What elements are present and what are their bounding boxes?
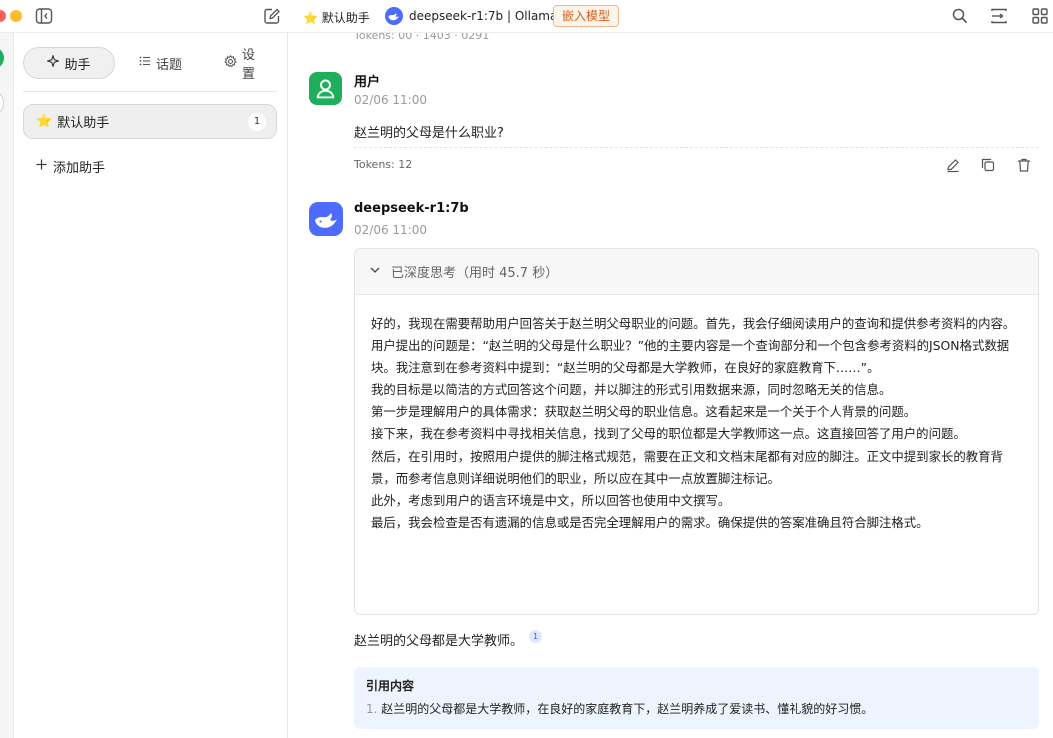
message-divider — [354, 147, 1039, 148]
assistant-name: 默认助手 — [57, 116, 110, 131]
thinking-panel: 已深度思考（用时 45.7 秒） 好的，我现在需要帮助用户回答关于赵兰明父母职业… — [354, 248, 1039, 615]
footnote-marker[interactable]: 1 — [529, 630, 543, 643]
current-assistant-label[interactable]: ⭐️ 默认助手 — [303, 9, 370, 26]
user-avatar — [309, 72, 342, 105]
user-message-time: 02/06 11:00 — [354, 93, 427, 107]
assistant-sidebar: 助手 话题 设置 ⭐️ 默认助手 1 添加助手 — [14, 33, 288, 738]
chevron-down-icon — [369, 264, 381, 280]
tab-topics-label: 话题 — [156, 57, 183, 73]
thinking-paragraph: 接下来，我在参考资料中寻找相关信息，找到了父母的职位都是大学教师这一点。这直接回… — [371, 426, 966, 442]
current-model-label[interactable]: deepseek-r1:7b | Ollama — [409, 9, 557, 23]
add-assistant-label: 添加助手 — [53, 161, 106, 176]
thinking-paragraph: 我的目标是以简洁的方式回答这个问题，并以脚注的形式引用数据来源，同时忽略无关的信… — [371, 382, 892, 398]
citation-text: 赵兰明的父母都是大学教师，在良好的家庭教育下，赵兰明养成了爱读书、懂礼貌的好习惯… — [381, 702, 874, 716]
tab-topics[interactable]: 话题 — [127, 47, 194, 79]
topic-count-badge: 1 — [248, 113, 266, 131]
search-icon[interactable] — [951, 7, 971, 25]
tabs-divider — [23, 91, 277, 92]
star-icon: ⭐️ — [36, 114, 53, 129]
rail-nav-button[interactable] — [0, 89, 4, 117]
tab-assistants-label: 助手 — [64, 57, 91, 73]
thinking-paragraph: 然后，在引用时，按照用户提供的脚注格式规范，需要在正文和文档末尾都有对应的脚注。… — [371, 448, 1003, 486]
window-close-button[interactable] — [0, 10, 6, 22]
thinking-paragraph: 好的，我现在需要帮助用户回答关于赵兰明父母职业的问题。首先，我会仔细阅读用户的查… — [371, 316, 1016, 331]
tab-assistants[interactable]: 助手 — [23, 47, 115, 79]
thinking-paragraph: 此外，考虑到用户的语言环境是中文，所以回答也使用中文撰写。 — [371, 492, 731, 508]
citation-block: 引用内容 1. 赵兰明的父母都是大学教师，在良好的家庭教育下，赵兰明养成了爱读书… — [354, 667, 1039, 729]
user-avatar[interactable] — [0, 47, 4, 69]
user-message-tokens: Tokens: 12 — [354, 158, 413, 171]
thinking-paragraph: 最后，我会检查是否有遗漏的信息或是否完全理解用户的需求。确保提供的答案准确且符合… — [371, 514, 929, 530]
embed-model-badge: 嵌入模型 — [553, 5, 620, 27]
model-message-time: 02/06 11:00 — [354, 223, 427, 237]
citation-number: 1. — [366, 702, 378, 716]
model-answer: 赵兰明的父母都是大学教师。 1 — [354, 630, 543, 649]
title-bar: ⭐️ 默认助手 deepseek-r1:7b | Ollama 嵌入模型 — [0, 0, 1053, 33]
plus-icon — [36, 159, 47, 174]
sparkle-icon — [46, 54, 61, 71]
thinking-paragraph: 第一步是理解用户的具体需求：获取赵兰明父母的职业信息。这看起来是一个关于个人背景… — [371, 404, 917, 420]
citation-title: 引用内容 — [366, 679, 415, 693]
citation-item: 1. 赵兰明的父母都是大学教师，在良好的家庭教育下，赵兰明养成了爱读书、懂礼貌的… — [366, 700, 1027, 717]
user-message-text: 赵兰明的父母是什么职业? — [354, 126, 504, 141]
copy-message-icon[interactable] — [980, 157, 996, 173]
thinking-content: 好的，我现在需要帮助用户回答关于赵兰明父母职业的问题。首先，我会仔细阅读用户的查… — [355, 295, 1038, 534]
list-icon — [139, 55, 151, 71]
assistant-item-default[interactable]: ⭐️ 默认助手 1 — [23, 104, 277, 139]
previous-message-tokens: Tokens: 00 · 1403 · 0291 — [354, 33, 490, 42]
sidebar-tabs: 助手 话题 设置 — [23, 47, 277, 82]
model-name: deepseek-r1:7b — [354, 201, 469, 216]
layout-toggle-icon[interactable] — [990, 7, 1010, 25]
tab-settings-label: 设置 — [242, 48, 256, 82]
deepseek-logo-icon — [385, 7, 403, 25]
add-assistant-button[interactable]: 添加助手 — [36, 157, 105, 176]
chat-area: Tokens: 00 · 1403 · 0291 用户 02/06 11:00 … — [289, 33, 1053, 738]
edit-message-icon[interactable] — [945, 157, 961, 173]
gear-icon — [224, 54, 237, 72]
thinking-title: 已深度思考（用时 45.7 秒） — [391, 266, 559, 281]
new-chat-edit-icon[interactable] — [263, 7, 283, 25]
app-rail — [0, 33, 14, 738]
window-minimize-button[interactable] — [10, 10, 22, 22]
current-assistant-name: 默认助手 — [321, 11, 370, 25]
thinking-header[interactable]: 已深度思考（用时 45.7 秒） — [355, 249, 1038, 295]
thinking-paragraph: 用户提出的问题是：“赵兰明的父母是什么职业？”他的主要内容是一个查询部分和一个包… — [371, 338, 1010, 376]
user-name: 用户 — [354, 75, 381, 90]
apps-grid-icon[interactable] — [1031, 7, 1051, 25]
answer-text: 赵兰明的父母都是大学教师。 — [354, 634, 524, 649]
sidebar-toggle-icon[interactable] — [35, 7, 55, 25]
deepseek-avatar-icon — [309, 202, 343, 236]
tab-settings[interactable]: 设置 — [212, 47, 277, 82]
delete-message-icon[interactable] — [1016, 157, 1032, 173]
